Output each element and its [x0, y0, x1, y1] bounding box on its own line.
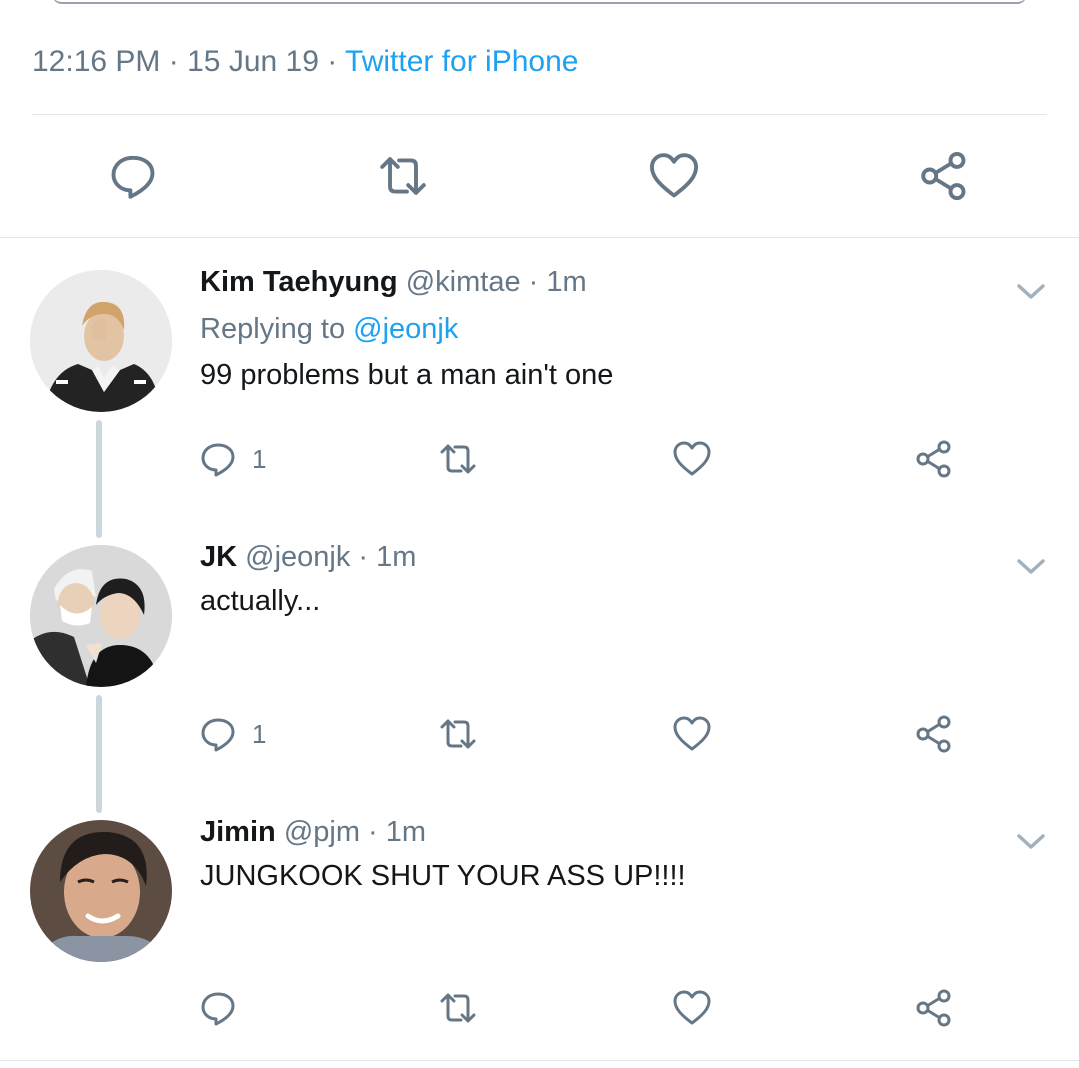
- retweet-button[interactable]: [438, 437, 478, 481]
- reply-header: Kim Taehyung @kimtae · 1m: [200, 264, 587, 300]
- reply-icon: [111, 155, 155, 199]
- reply-icon: [201, 443, 235, 477]
- chevron-down-icon: [1017, 834, 1045, 849]
- thread-connector: [96, 420, 102, 538]
- retweet-icon: [440, 444, 476, 474]
- reply-button[interactable]: 1: [198, 437, 266, 481]
- avatar[interactable]: [30, 820, 172, 962]
- meta-separator: ·: [168, 45, 179, 78]
- reply-header: Jimin @pjm · 1m: [200, 814, 426, 850]
- share-icon: [916, 440, 951, 478]
- tweet-options-button[interactable]: [1014, 555, 1048, 579]
- reply-count: 1: [252, 443, 267, 474]
- tweet-date: 15 Jun 19: [187, 45, 319, 78]
- user-handle[interactable]: @jeonjk: [245, 541, 350, 573]
- retweet-button[interactable]: [438, 986, 478, 1030]
- share-icon: [916, 715, 951, 753]
- reply-time: 1m: [376, 541, 417, 573]
- user-handle[interactable]: @pjm: [284, 816, 360, 848]
- avatar[interactable]: [30, 270, 172, 412]
- like-button[interactable]: [672, 986, 712, 1030]
- header-separator: ·: [358, 541, 369, 573]
- share-button[interactable]: [914, 712, 954, 756]
- display-name[interactable]: Kim Taehyung: [200, 266, 398, 298]
- retweet-icon: [380, 157, 426, 195]
- tweet-time: 12:16 PM: [32, 45, 161, 78]
- like-button[interactable]: [646, 148, 702, 204]
- reply-button[interactable]: [198, 986, 238, 1030]
- tweet-meta: 12:16 PM · 15 Jun 19 · Twitter for iPhon…: [32, 42, 578, 82]
- display-name[interactable]: Jimin: [200, 816, 276, 848]
- share-icon: [916, 989, 951, 1027]
- retweet-button[interactable]: [375, 148, 431, 204]
- divider: [0, 1060, 1079, 1061]
- reply-icon: [201, 718, 235, 752]
- tweet-source-link[interactable]: Twitter for iPhone: [345, 45, 578, 78]
- retweet-icon: [440, 719, 476, 749]
- avatar[interactable]: [30, 545, 172, 687]
- thread-connector: [96, 695, 102, 813]
- header-separator: ·: [528, 266, 539, 298]
- display-name[interactable]: JK: [200, 541, 237, 573]
- replying-to: Replying to @jeonjk: [200, 311, 458, 347]
- replying-to-label: Replying to: [200, 313, 354, 345]
- avatar-image: [30, 545, 172, 687]
- media-card-edge: [52, 0, 1027, 4]
- heart-icon: [673, 441, 711, 476]
- chevron-down-icon: [1017, 284, 1045, 299]
- reply-header: JK @jeonjk · 1m: [200, 539, 416, 575]
- tweet-text: JUNGKOOK SHUT YOUR ASS UP!!!!: [200, 860, 686, 892]
- divider: [0, 237, 1079, 238]
- tweet-text: actually...: [200, 585, 321, 617]
- reply-button[interactable]: 1: [198, 712, 266, 756]
- avatar-image: [30, 270, 172, 412]
- divider: [32, 114, 1047, 115]
- share-button[interactable]: [914, 437, 954, 481]
- like-button[interactable]: [672, 712, 712, 756]
- chevron-down-icon: [1017, 559, 1045, 574]
- tweet-text: 99 problems but a man ain't one: [200, 359, 614, 391]
- reply-time: 1m: [385, 816, 427, 848]
- replying-to-mention[interactable]: @jeonjk: [353, 313, 458, 345]
- retweet-button[interactable]: [438, 712, 478, 756]
- retweet-icon: [440, 993, 476, 1023]
- share-button[interactable]: [914, 986, 954, 1030]
- heart-icon: [673, 716, 711, 751]
- share-button[interactable]: [916, 148, 972, 204]
- reply-count: 1: [252, 718, 267, 749]
- share-icon: [921, 151, 966, 201]
- like-button[interactable]: [672, 437, 712, 481]
- header-separator: ·: [368, 816, 378, 848]
- tweet-options-button[interactable]: [1014, 280, 1048, 304]
- reply-icon: [201, 992, 235, 1026]
- avatar-image: [30, 820, 172, 962]
- user-handle[interactable]: @kimtae: [406, 266, 521, 298]
- heart-icon: [673, 990, 711, 1025]
- heart-icon: [649, 153, 699, 198]
- reply-time: 1m: [546, 266, 587, 298]
- tweet-options-button[interactable]: [1014, 830, 1048, 854]
- reply-button[interactable]: [105, 148, 161, 204]
- meta-separator: ·: [327, 45, 338, 78]
